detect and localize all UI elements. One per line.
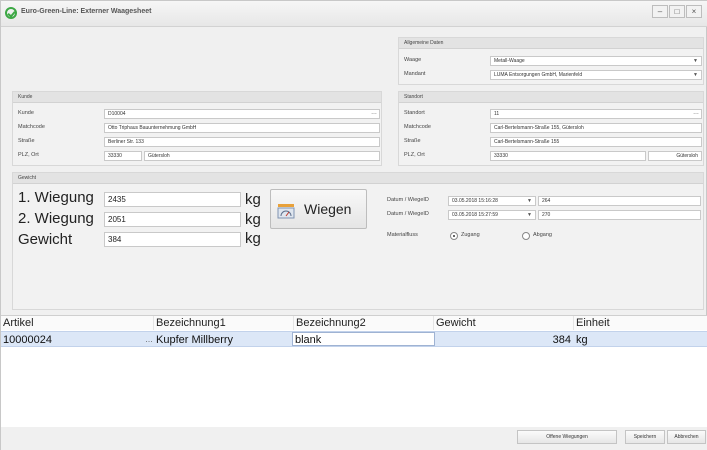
column-header-gewicht[interactable]: Gewicht xyxy=(434,316,574,330)
datum2-value: 03.05.2018 15:27:59 xyxy=(452,212,498,218)
standort-value: 11 xyxy=(494,111,500,117)
column-header-einheit[interactable]: Einheit xyxy=(574,316,707,330)
table-row[interactable]: 10000024 … Kupfer Millberry blank 384 kg xyxy=(1,331,707,347)
speichern-button[interactable]: Speichern xyxy=(625,430,665,444)
artikel-grid: Artikel Bezeichnung1 Bezeichnung2 Gewich… xyxy=(1,315,707,428)
title-bar: Euro-Green-Line: Externer Waagesheet – □… xyxy=(1,1,707,27)
standort-group: Standort Standort 11 … Matchcode Carl-Be… xyxy=(398,91,704,166)
kunde-header: Kunde xyxy=(13,92,381,103)
datum1-field[interactable]: 03.05.2018 15:16:28 ▼ xyxy=(448,196,536,206)
close-button[interactable]: × xyxy=(686,5,702,18)
cell-bezeichnung2: blank xyxy=(295,334,322,346)
datum1-label: Datum / WiegeID xyxy=(387,197,429,203)
column-header-bezeichnung2[interactable]: Bezeichnung2 xyxy=(294,316,434,330)
kunde-field[interactable]: D10004 … xyxy=(104,109,380,119)
window-title: Euro-Green-Line: Externer Waagesheet xyxy=(21,8,152,15)
kunde-matchcode-label: Matchcode xyxy=(18,124,45,130)
standort-label: Standort xyxy=(404,110,425,116)
wiegen-button[interactable]: Wiegen xyxy=(270,189,367,229)
kunde-label: Kunde xyxy=(18,110,34,116)
chevron-down-icon[interactable]: ▼ xyxy=(693,71,698,79)
kunde-strasse-field[interactable]: Berliner Str. 133 xyxy=(104,137,380,147)
minimize-button[interactable]: – xyxy=(652,5,668,18)
kunde-value: D10004 xyxy=(108,111,126,117)
datum2-field[interactable]: 03.05.2018 15:27:59 ▼ xyxy=(448,210,536,220)
abgang-radio[interactable] xyxy=(522,232,530,240)
waage-dropdown[interactable]: Metall-Waage ▼ xyxy=(490,56,702,66)
gewicht-total-field[interactable]: 384 xyxy=(104,232,241,247)
gewicht-total-label: Gewicht xyxy=(18,231,73,248)
mandant-value: LUMA Entsorgungen GmbH, Marienfeld xyxy=(494,72,583,78)
mandant-dropdown[interactable]: LUMA Entsorgungen GmbH, Marienfeld ▼ xyxy=(490,70,702,80)
column-header-artikel[interactable]: Artikel xyxy=(1,316,154,330)
allgemeine-daten-header: Allgemeine Daten xyxy=(399,38,703,49)
kunde-plz-field[interactable]: 33330 xyxy=(104,151,142,161)
kunde-strasse-label: Straße xyxy=(18,138,35,144)
chevron-down-icon[interactable]: ▼ xyxy=(527,211,532,219)
abgang-label: Abgang xyxy=(533,232,552,238)
standort-matchcode-label: Matchcode xyxy=(404,124,431,130)
footer-bar: Offene Wiegungen Speichern Abbrechen xyxy=(1,427,707,450)
standort-ort-field[interactable]: Gütersloh xyxy=(648,151,702,161)
cell-gewicht: 384 xyxy=(552,334,571,346)
standort-strasse-field[interactable]: Carl-Bertelsmann-Straße 155 xyxy=(490,137,702,147)
column-header-bezeichnung1[interactable]: Bezeichnung1 xyxy=(154,316,294,330)
wiegung1-field[interactable]: 2435 xyxy=(104,192,241,207)
waage-label: Waage xyxy=(404,57,422,63)
standort-header: Standort xyxy=(399,92,703,103)
main-window: Euro-Green-Line: Externer Waagesheet – □… xyxy=(0,0,707,450)
wiegen-label: Wiegen xyxy=(304,201,352,217)
maximize-button[interactable]: □ xyxy=(669,5,685,18)
materialfluss-label: Materialfluss xyxy=(387,232,418,238)
standort-matchcode-field[interactable]: Carl-Bertelsmann-Straße 155, Gütersloh xyxy=(490,123,702,133)
wiegung2-unit: kg xyxy=(245,211,261,228)
standort-strasse-label: Straße xyxy=(404,138,421,144)
zugang-label: Zugang xyxy=(461,232,480,238)
chevron-down-icon[interactable]: ▼ xyxy=(693,57,698,65)
gewicht-header: Gewicht xyxy=(13,173,703,184)
bezeichnung2-edit[interactable]: blank xyxy=(292,332,435,346)
lookup-dots-icon[interactable]: … xyxy=(693,110,699,117)
waage-value: Metall-Waage xyxy=(494,58,525,64)
lookup-dots-icon[interactable]: … xyxy=(145,333,153,347)
standort-field[interactable]: 11 … xyxy=(490,109,702,119)
abbrechen-button[interactable]: Abbrechen xyxy=(667,430,706,444)
kunde-ort-field[interactable]: Gütersloh xyxy=(144,151,380,161)
lookup-dots-icon[interactable]: … xyxy=(371,110,377,117)
cell-bezeichnung1: Kupfer Millberry xyxy=(156,334,234,346)
zugang-radio[interactable] xyxy=(450,232,458,240)
standort-plz-label: PLZ, Ort xyxy=(404,152,425,158)
kunde-group: Kunde Kunde D10004 … Matchcode Otto Trip… xyxy=(12,91,382,166)
scale-icon xyxy=(277,204,295,219)
datum1-value: 03.05.2018 15:16:28 xyxy=(452,198,498,204)
wiegeid1-field[interactable]: 264 xyxy=(538,196,701,206)
offene-wiegungen-button[interactable]: Offene Wiegungen xyxy=(517,430,617,444)
gewicht-total-unit: kg xyxy=(245,230,261,247)
kunde-matchcode-field[interactable]: Otto Triphaus Bauunternehmung GmbH xyxy=(104,123,380,133)
wiegung2-field[interactable]: 2051 xyxy=(104,212,241,227)
wiegung1-label: 1. Wiegung xyxy=(18,189,94,206)
window-controls: – □ × xyxy=(652,5,707,19)
app-logo-icon xyxy=(5,7,17,19)
cell-einheit: kg xyxy=(576,334,588,346)
datum2-label: Datum / WiegeID xyxy=(387,211,429,217)
standort-plz-field[interactable]: 33330 xyxy=(490,151,646,161)
chevron-down-icon[interactable]: ▼ xyxy=(527,197,532,205)
allgemeine-daten-group: Allgemeine Daten Waage Metall-Waage ▼ Ma… xyxy=(398,37,704,85)
kunde-plz-label: PLZ, Ort xyxy=(18,152,39,158)
wiegung2-label: 2. Wiegung xyxy=(18,210,94,227)
wiegeid2-field[interactable]: 270 xyxy=(538,210,701,220)
cell-artikel: 10000024 xyxy=(3,334,52,346)
wiegung1-unit: kg xyxy=(245,191,261,208)
mandant-label: Mandant xyxy=(404,71,426,77)
